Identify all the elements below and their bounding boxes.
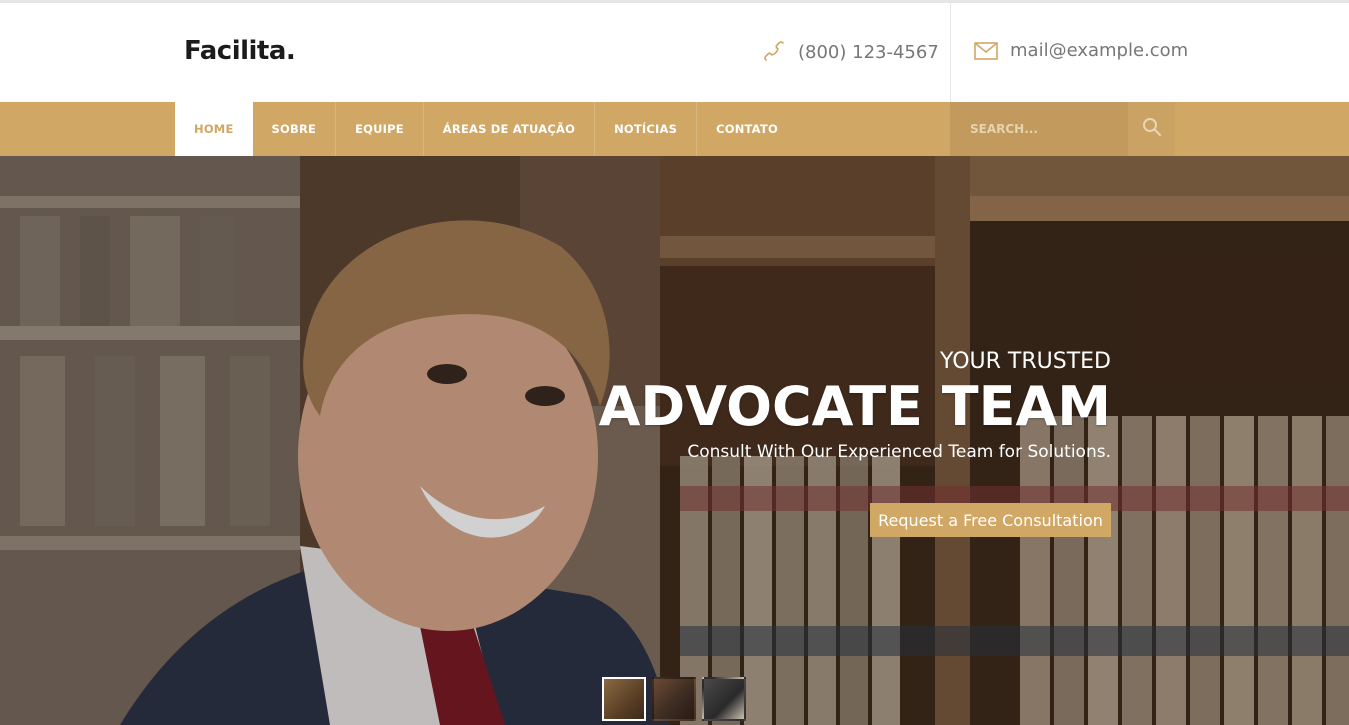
slider-thumbnails	[602, 677, 746, 721]
search-icon	[1142, 117, 1162, 142]
search-box	[950, 102, 1175, 156]
phone-icon	[762, 40, 786, 64]
nav-item-areas-de-atuacao[interactable]: ÁREAS DE ATUAÇÃO	[424, 102, 596, 156]
hero-pretitle: YOUR TRUSTED	[939, 349, 1111, 374]
nav-item-equipe[interactable]: EQUIPE	[336, 102, 424, 156]
header-phone[interactable]: (800) 123-4567	[762, 40, 939, 64]
hero-title: ADVOCATE TEAM	[598, 375, 1111, 438]
header-divider	[950, 3, 951, 102]
site-header: Facilita. (800) 123-4567 mail@example.co…	[0, 3, 1349, 102]
hero-text-block: YOUR TRUSTED ADVOCATE TEAM Consult With …	[599, 349, 1111, 462]
nav-item-contato[interactable]: CONTATO	[697, 102, 797, 156]
email-address: mail@example.com	[1010, 40, 1189, 61]
mail-icon	[974, 41, 998, 60]
nav-item-noticias[interactable]: NOTÍCIAS	[595, 102, 698, 156]
header-email[interactable]: mail@example.com	[974, 40, 1188, 61]
main-nav: HOME SOBRE EQUIPE ÁREAS DE ATUAÇÃO NOTÍC…	[0, 102, 1349, 156]
logo-dot: .	[285, 36, 296, 66]
hero-slider: YOUR TRUSTED ADVOCATE TEAM Consult With …	[0, 156, 1349, 725]
phone-number: (800) 123-4567	[798, 41, 939, 63]
nav-item-home[interactable]: HOME	[175, 102, 253, 156]
slide-thumbnail-3[interactable]	[702, 677, 746, 721]
search-input[interactable]	[950, 102, 1128, 156]
hero-subtitle: Consult With Our Experienced Team for So…	[687, 442, 1111, 462]
nav-menu: HOME SOBRE EQUIPE ÁREAS DE ATUAÇÃO NOTÍC…	[175, 102, 797, 156]
request-consultation-button[interactable]: Request a Free Consultation	[870, 503, 1111, 537]
site-logo[interactable]: Facilita.	[184, 36, 296, 66]
nav-item-sobre[interactable]: SOBRE	[253, 102, 337, 156]
search-button[interactable]	[1128, 102, 1175, 156]
logo-text: Facilita	[184, 36, 286, 66]
slide-thumbnail-1[interactable]	[602, 677, 646, 721]
slide-thumbnail-2[interactable]	[652, 677, 696, 721]
